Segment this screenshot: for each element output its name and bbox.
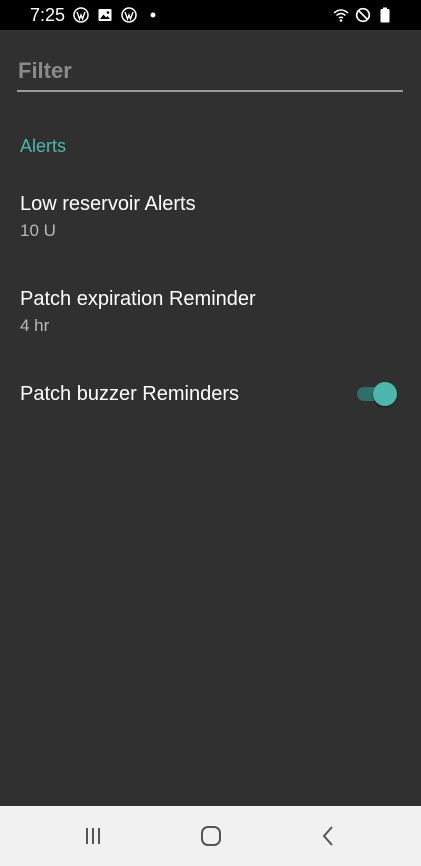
- battery-icon: [380, 7, 390, 23]
- recents-icon[interactable]: [81, 824, 105, 848]
- patch-buzzer-toggle[interactable]: [357, 382, 397, 406]
- category-header-alerts: Alerts: [20, 136, 67, 156]
- pref-summary: 4 hr: [20, 316, 50, 335]
- wifi-icon: [333, 9, 349, 22]
- filter-input[interactable]: [17, 52, 403, 92]
- back-icon[interactable]: [317, 824, 341, 848]
- dot-icon: [150, 12, 156, 18]
- toggle-thumb: [373, 382, 397, 406]
- filter-field: [17, 52, 403, 94]
- do-not-disturb-icon: [355, 7, 371, 23]
- system-icons: [333, 6, 393, 24]
- notification-icons: [73, 6, 161, 24]
- home-icon[interactable]: [199, 824, 223, 848]
- wordpress-icon: [121, 7, 137, 23]
- status-bar: 7:25: [0, 0, 421, 30]
- image-icon: [98, 9, 112, 21]
- wordpress-icon: [73, 7, 89, 23]
- status-time: 7:25: [30, 5, 66, 25]
- pref-title: Patch expiration Reminder: [20, 288, 256, 310]
- pref-patch-expiration-reminder[interactable]: Patch expiration Reminder 4 hr: [0, 287, 421, 349]
- pref-title: Low reservoir Alerts: [20, 193, 196, 215]
- pref-summary: 10 U: [20, 221, 56, 240]
- navigation-bar: [0, 806, 421, 866]
- pref-low-reservoir-alerts[interactable]: Low reservoir Alerts 10 U: [0, 192, 421, 254]
